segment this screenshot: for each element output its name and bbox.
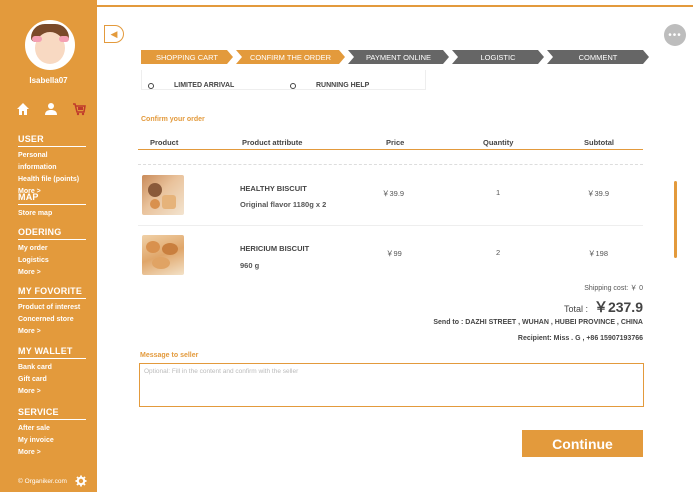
message-label: Message to seller <box>140 352 199 359</box>
menu-item-service-more[interactable]: More > <box>18 447 86 459</box>
menu-title-ordering[interactable]: ODERING <box>18 227 86 240</box>
menu-title-service[interactable]: SERVICE <box>18 407 86 420</box>
menu-title-wallet[interactable]: MY WALLET <box>18 346 86 359</box>
username: Isabella07 <box>29 76 68 85</box>
product-price: ￥39.9 <box>382 189 405 198</box>
sidebar: Isabella07 USER Personal information Hea… <box>0 0 97 492</box>
product-image[interactable] <box>142 235 184 275</box>
send-to-address: Send to : DAZHI STREET , WUHAN , HUBEI P… <box>433 319 643 326</box>
delivery-options: LIMITED ARRIVAL RUNNING HELP <box>141 70 426 90</box>
menu-item-my-order[interactable]: My order <box>18 243 86 255</box>
menu-item-gift-card[interactable]: Gift card <box>18 374 86 386</box>
header-subtotal: Subtotal <box>584 138 614 147</box>
home-icon[interactable] <box>16 102 30 116</box>
menu-item-concerned-store[interactable]: Concerned store <box>18 314 86 326</box>
menu-title-map[interactable]: MAP <box>18 192 86 205</box>
recipient-info: Recipient: Miss . G , +86 15907193766 <box>517 335 643 342</box>
radio-icon <box>290 82 296 89</box>
menu-item-product-of-interest[interactable]: Product of interest <box>18 302 86 314</box>
footer-brand: © Organiker.com <box>18 478 67 485</box>
product-attribute: Original flavor 1180g x 2 <box>240 200 327 209</box>
top-accent-line <box>0 0 693 7</box>
step-logistic[interactable]: LOGISTIC <box>452 50 544 64</box>
header-attribute: Product attribute <box>242 138 303 147</box>
checkout-steps: SHOPPING CART CONFIRM THE ORDER PAYMENT … <box>141 50 652 64</box>
product-attribute: 960 g <box>240 261 260 270</box>
menu-section-user: USER Personal information Health file (p… <box>18 134 86 198</box>
table-header: Product Product attribute Price Quantity… <box>138 136 643 150</box>
order-total: Total : ￥237.9 <box>564 297 643 317</box>
step-shopping-cart[interactable]: SHOPPING CART <box>141 50 233 64</box>
cart-icon[interactable] <box>72 102 86 116</box>
menu-item-favorite-more[interactable]: More > <box>18 326 86 338</box>
menu-item-bank-card[interactable]: Bank card <box>18 362 86 374</box>
delivery-option-running-help[interactable]: RUNNING HELP <box>290 82 369 89</box>
menu-item-logistics[interactable]: Logistics <box>18 255 86 267</box>
product-name[interactable]: HERICIUM BISCUIT <box>240 244 309 253</box>
gear-icon[interactable] <box>75 474 87 487</box>
menu-item-wallet-more[interactable]: More > <box>18 386 86 398</box>
menu-section-favorite: MY FOVORITE Product of interest Concerne… <box>18 286 86 338</box>
message-to-seller-input[interactable] <box>139 363 644 407</box>
menu-item-my-invoice[interactable]: My invoice <box>18 435 86 447</box>
menu-item-ordering-more[interactable]: More > <box>18 267 86 279</box>
product-image[interactable] <box>142 175 184 215</box>
step-comment[interactable]: COMMENT <box>547 50 649 64</box>
scrollbar[interactable] <box>674 181 677 258</box>
menu-title-favorite[interactable]: MY FOVORITE <box>18 286 86 299</box>
menu-item-store-map[interactable]: Store map <box>18 208 86 220</box>
quick-icons <box>16 102 86 116</box>
menu-item-after-sale[interactable]: After sale <box>18 423 86 435</box>
product-subtotal: ￥198 <box>588 249 609 258</box>
total-value: ￥237.9 <box>593 299 643 315</box>
menu-item-health-file[interactable]: Health file (points) <box>18 174 86 186</box>
avatar[interactable] <box>25 20 75 70</box>
menu-section-service: SERVICE After sale My invoice More > <box>18 407 86 459</box>
confirm-order-label: Confirm your order <box>141 116 205 123</box>
product-name[interactable]: HEALTHY BISCUIT <box>240 184 307 193</box>
divider <box>138 164 643 165</box>
product-quantity: 1 <box>496 188 501 197</box>
user-icon[interactable] <box>44 102 58 116</box>
divider <box>138 225 643 226</box>
product-subtotal: ￥39.9 <box>587 189 610 198</box>
continue-button[interactable]: Continue <box>522 430 643 457</box>
delivery-option-limited-arrival[interactable]: LIMITED ARRIVAL <box>148 82 234 89</box>
radio-icon <box>148 82 154 89</box>
total-label: Total : <box>563 304 588 314</box>
step-payment-online[interactable]: PAYMENT ONLINE <box>348 50 449 64</box>
step-confirm-order[interactable]: CONFIRM THE ORDER <box>236 50 345 64</box>
header-price: Price <box>386 138 405 147</box>
more-icon[interactable]: ••• <box>664 24 686 46</box>
menu-item-personal-information[interactable]: Personal information <box>18 150 86 174</box>
back-arrow-icon[interactable]: ◀ <box>104 25 124 43</box>
menu-title-user[interactable]: USER <box>18 134 86 147</box>
product-quantity: 2 <box>496 248 501 257</box>
menu-section-wallet: MY WALLET Bank card Gift card More > <box>18 346 86 398</box>
menu-section-map: MAP Store map <box>18 192 86 220</box>
header-product: Product <box>150 138 179 147</box>
product-price: ￥99 <box>386 249 402 258</box>
shipping-cost: Shipping cost: ￥ 0 <box>584 285 643 292</box>
menu-section-ordering: ODERING My order Logistics More > <box>18 227 86 279</box>
header-quantity: Quantity <box>483 138 514 147</box>
